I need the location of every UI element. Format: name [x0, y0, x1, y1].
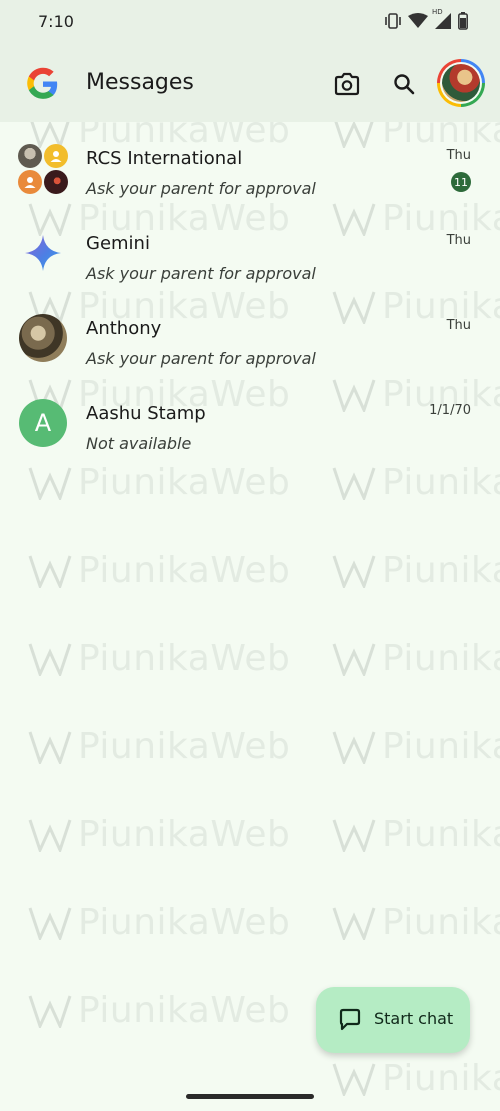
- watermark: PiunikaWeb: [332, 638, 500, 679]
- status-bar: 7:10 HD: [0, 0, 500, 46]
- battery-icon: [458, 12, 468, 30]
- top-app-bar: Messages: [0, 46, 500, 122]
- camera-icon: [334, 72, 360, 96]
- conversation-item[interactable]: Gemini Ask your parent for approval Thu: [0, 207, 500, 292]
- conversation-item[interactable]: Anthony Ask your parent for approval Thu: [0, 292, 500, 377]
- member-photo: [18, 144, 42, 168]
- watermark: PiunikaWeb: [332, 550, 500, 591]
- conversation-time: Thu: [446, 148, 471, 163]
- watermark: PiunikaWeb: [332, 1058, 500, 1099]
- start-chat-label: Start chat: [374, 1009, 454, 1028]
- network-label: HD: [432, 8, 443, 16]
- conversation-time: Thu: [446, 318, 471, 333]
- camera-button[interactable]: [331, 68, 363, 100]
- watermark: PiunikaWeb: [332, 814, 500, 855]
- gesture-navigation-bar[interactable]: [186, 1094, 314, 1099]
- watermark: PiunikaWeb: [332, 726, 500, 767]
- conversation-name: Anthony: [86, 318, 162, 339]
- conversation-list: RCS International Ask your parent for ap…: [0, 122, 500, 462]
- conversation-snippet: Ask your parent for approval: [86, 349, 316, 368]
- profile-avatar[interactable]: [437, 59, 485, 107]
- signal-icon: HD: [432, 8, 452, 30]
- watermark: PiunikaWeb: [332, 902, 500, 943]
- conversation-snippet: Ask your parent for approval: [86, 179, 316, 198]
- person-icon: [18, 170, 42, 194]
- status-time: 7:10: [38, 12, 74, 31]
- start-chat-button[interactable]: Start chat: [316, 987, 470, 1053]
- watermark: PiunikaWeb: [28, 726, 290, 767]
- vibrate-icon: [384, 13, 402, 29]
- status-icons: HD: [384, 8, 468, 30]
- conversation-time: Thu: [446, 233, 471, 248]
- watermark: PiunikaWeb: [28, 814, 290, 855]
- person-icon: [44, 144, 68, 168]
- conversation-name: Gemini: [86, 233, 150, 254]
- messages-screen: PiunikaWeb PiunikaWeb PiunikaWeb Piunika…: [0, 0, 500, 1111]
- app-title: Messages: [86, 70, 194, 95]
- watermark: PiunikaWeb: [28, 990, 290, 1031]
- group-avatar: [18, 144, 68, 194]
- watermark: PiunikaWeb: [28, 902, 290, 943]
- conversation-item[interactable]: RCS International Ask your parent for ap…: [0, 122, 500, 207]
- avatar: [442, 64, 480, 102]
- letter-avatar: A: [19, 399, 67, 447]
- unread-badge: 11: [451, 172, 471, 192]
- search-button[interactable]: [388, 68, 420, 100]
- member-photo: [44, 170, 68, 194]
- google-logo-icon: [26, 67, 60, 101]
- conversation-snippet: Ask your parent for approval: [86, 264, 316, 283]
- gemini-icon: [19, 229, 67, 277]
- search-icon: [394, 74, 415, 95]
- conversation-name: RCS International: [86, 148, 243, 169]
- conversation-time: 1/1/70: [429, 403, 471, 418]
- watermark: PiunikaWeb: [28, 462, 290, 503]
- conversation-snippet: Not available: [86, 434, 192, 453]
- wifi-icon: [408, 13, 428, 29]
- avatar: [19, 314, 67, 362]
- watermark: PiunikaWeb: [28, 550, 290, 591]
- conversation-item[interactable]: A Aashu Stamp Not available 1/1/70: [0, 377, 500, 462]
- watermark: PiunikaWeb: [28, 638, 290, 679]
- chat-bubble-icon: [338, 1008, 362, 1036]
- conversation-name: Aashu Stamp: [86, 403, 206, 424]
- watermark: PiunikaWeb: [332, 462, 500, 503]
